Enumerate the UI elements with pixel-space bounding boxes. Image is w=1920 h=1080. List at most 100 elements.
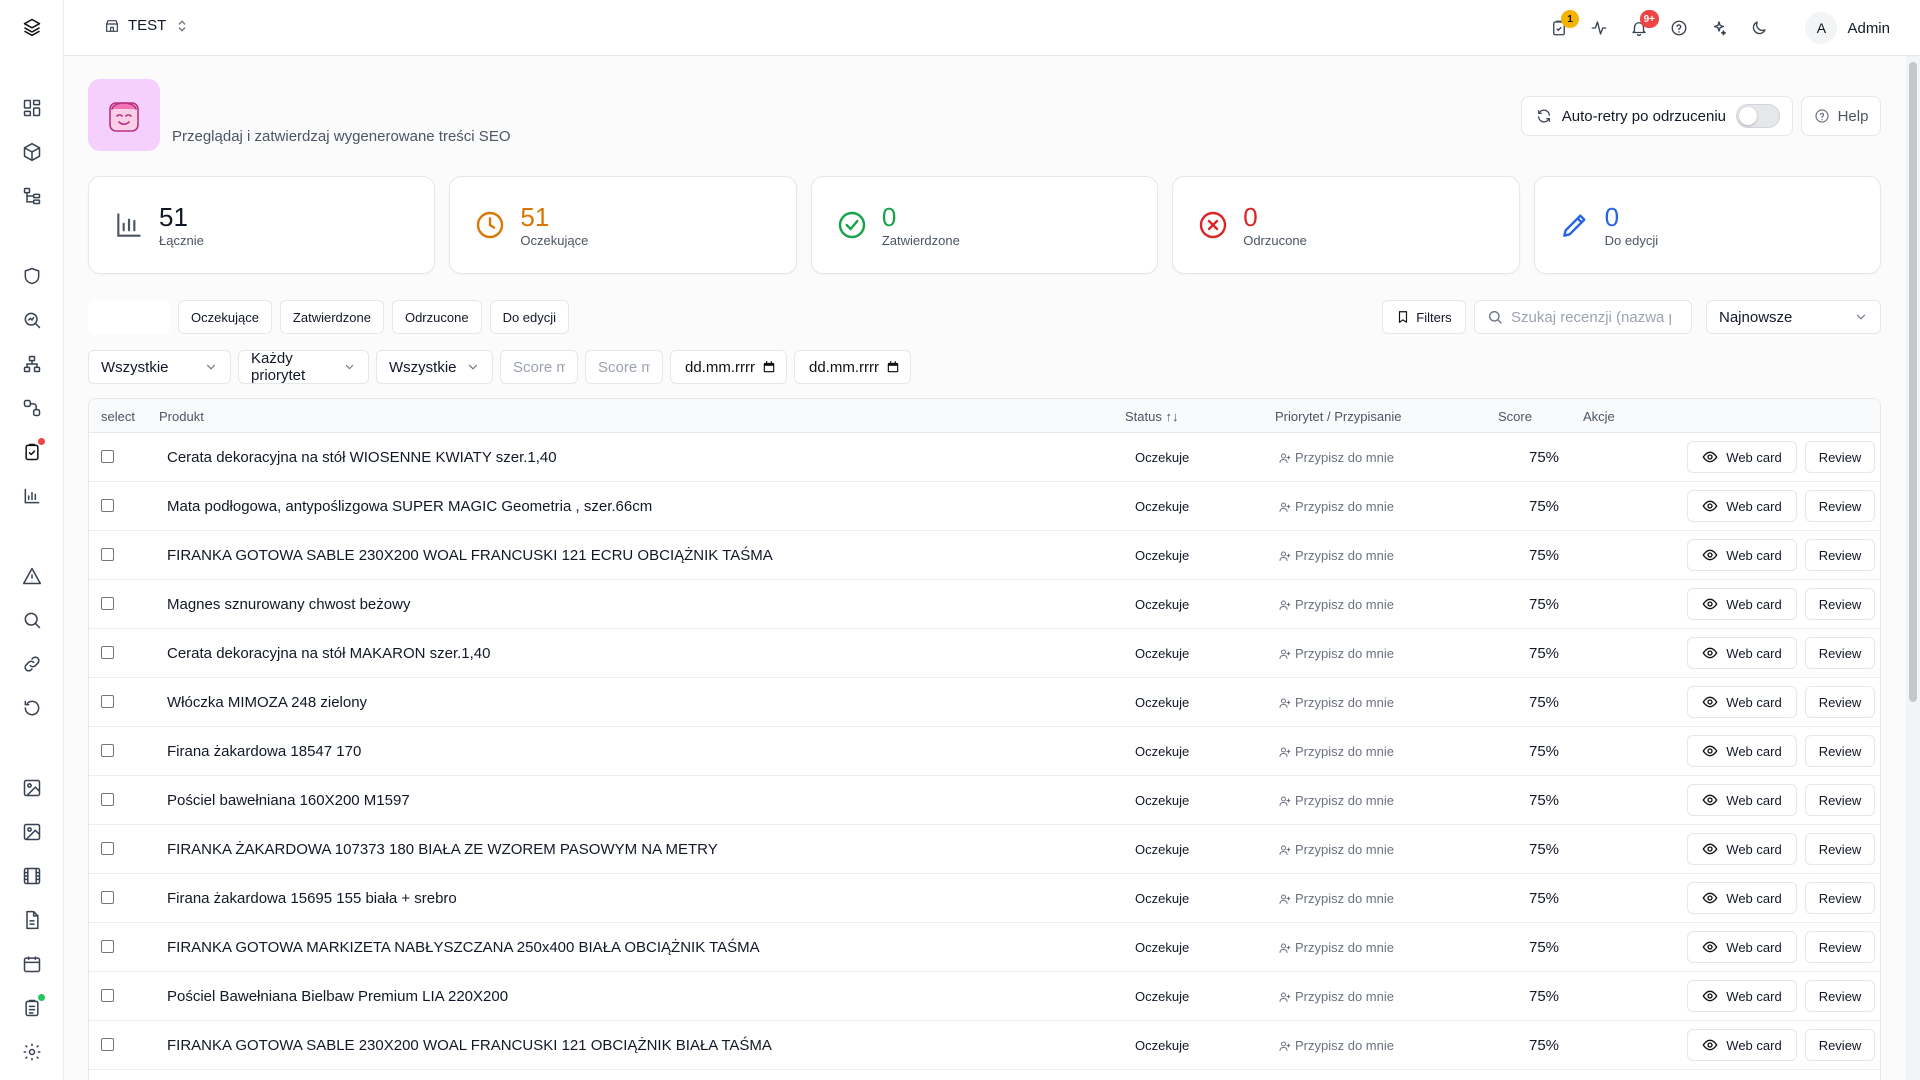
row-checkbox[interactable] [101,891,114,904]
web-card-button[interactable]: Web card [1687,588,1797,620]
page-scrollbar-thumb[interactable] [1909,62,1917,702]
assign-to-me-link[interactable]: Przypisz do mnie [1279,940,1394,955]
row-checkbox[interactable] [101,450,114,463]
calendar-icon[interactable] [20,952,44,976]
assign-to-me-link[interactable]: Przypisz do mnie [1279,989,1394,1004]
filters-button[interactable]: Filters [1382,300,1466,334]
assign-to-me-link[interactable]: Przypisz do mnie [1279,695,1394,710]
review-clipboard-icon[interactable] [20,438,45,464]
film-icon[interactable] [20,864,44,888]
assignee-filter-select[interactable]: Wszystkie [376,350,493,384]
date-from-input[interactable]: dd.mm.rrrr [670,350,787,384]
sort-select[interactable]: Najnowsze [1706,300,1881,334]
assign-to-me-link[interactable]: Przypisz do mnie [1279,842,1394,857]
document-icon[interactable] [20,908,44,932]
web-card-button[interactable]: Web card [1687,980,1797,1012]
shield-icon[interactable] [20,264,44,288]
review-button[interactable]: Review [1805,490,1875,522]
row-checkbox[interactable] [101,793,114,806]
row-checkbox[interactable] [101,1038,114,1051]
review-button[interactable]: Review [1805,833,1875,865]
review-button[interactable]: Review [1805,686,1875,718]
row-checkbox[interactable] [101,989,114,1002]
activity-button[interactable] [1587,16,1611,40]
network-icon[interactable] [20,352,44,376]
review-button[interactable]: Review [1805,735,1875,767]
user-menu[interactable]: A Admin [1805,12,1890,44]
bar-chart-icon[interactable] [20,484,44,508]
assign-to-me-link[interactable]: Przypisz do mnie [1279,548,1394,563]
web-card-button[interactable]: Web card [1687,539,1797,571]
gallery-icon[interactable] [20,820,44,844]
notifications-button[interactable]: 9+ [1627,10,1659,40]
score-max-input[interactable]: Score max [585,350,663,384]
stat-pending[interactable]: 51 Oczekujące [449,176,797,274]
date-to-input[interactable]: dd.mm.rrrr [794,350,911,384]
row-checkbox[interactable] [101,597,114,610]
tab-pending[interactable]: Oczekujące [178,300,272,334]
stat-rejected[interactable]: 0 Odrzucone [1172,176,1520,274]
row-checkbox[interactable] [101,499,114,512]
logo-layers-icon[interactable] [20,15,44,39]
search-icon[interactable] [20,608,44,632]
stat-approved[interactable]: 0 Zatwierdzone [810,176,1159,274]
settings-icon[interactable] [20,1040,44,1064]
tab-rejected[interactable]: Odrzucone [391,300,482,334]
review-button[interactable]: Review [1805,441,1875,473]
type-filter-select[interactable]: Wszystkie [88,350,231,384]
link-icon[interactable] [20,652,44,676]
stat-to-edit[interactable]: 0 Do edycji [1533,176,1882,274]
web-card-button[interactable]: Web card [1687,490,1797,522]
workflow-icon[interactable] [20,396,44,420]
web-card-button[interactable]: Web card [1687,441,1797,473]
help-button[interactable]: Help [1801,96,1881,136]
tab-all[interactable] [88,300,170,334]
assign-to-me-link[interactable]: Przypisz do mnie [1279,1038,1394,1053]
package-icon[interactable] [20,140,44,164]
row-checkbox[interactable] [101,548,114,561]
row-checkbox[interactable] [101,695,114,708]
web-card-button[interactable]: Web card [1687,931,1797,963]
tree-icon[interactable] [20,184,44,208]
checklist-icon[interactable] [20,994,45,1020]
theme-toggle-button[interactable] [1747,16,1771,40]
alert-icon[interactable] [20,564,44,588]
tasks-button[interactable]: 1 [1547,10,1579,40]
assign-to-me-link[interactable]: Przypisz do mnie [1279,744,1394,759]
assign-to-me-link[interactable]: Przypisz do mnie [1279,499,1394,514]
score-min-input[interactable]: Score min [500,350,578,384]
web-card-button[interactable]: Web card [1687,735,1797,767]
review-button[interactable]: Review [1805,588,1875,620]
assign-to-me-link[interactable]: Przypisz do mnie [1279,597,1394,612]
stat-total[interactable]: 51 Łącznie [88,176,436,274]
review-button[interactable]: Review [1805,931,1875,963]
review-button[interactable]: Review [1805,637,1875,669]
web-card-button[interactable]: Web card [1687,784,1797,816]
image-icon[interactable] [20,776,44,800]
web-card-button[interactable]: Web card [1687,637,1797,669]
history-icon[interactable] [20,696,44,720]
review-button[interactable]: Review [1805,539,1875,571]
web-card-button[interactable]: Web card [1687,686,1797,718]
assign-to-me-link[interactable]: Przypisz do mnie [1279,450,1394,465]
dashboard-icon[interactable] [20,96,44,120]
assign-to-me-link[interactable]: Przypisz do mnie [1279,646,1394,661]
header-status[interactable]: Status ↑↓ [1125,409,1178,424]
row-checkbox[interactable] [101,646,114,659]
web-card-button[interactable]: Web card [1687,1029,1797,1061]
assign-to-me-link[interactable]: Przypisz do mnie [1279,891,1394,906]
auto-retry-control[interactable]: Auto-retry po odrzuceniu [1520,96,1793,136]
assign-to-me-link[interactable]: Przypisz do mnie [1279,793,1394,808]
row-checkbox[interactable] [101,842,114,855]
tab-to-edit[interactable]: Do edycji [489,300,570,334]
priority-filter-select[interactable]: Każdy priorytet [238,350,369,384]
row-checkbox[interactable] [101,940,114,953]
review-button[interactable]: Review [1805,784,1875,816]
workspace-switcher[interactable]: TEST [104,17,190,34]
review-button[interactable]: Review [1805,1029,1875,1061]
review-button[interactable]: Review [1805,980,1875,1012]
ai-sparkle-button[interactable] [1707,16,1731,40]
search-analytics-icon[interactable] [20,308,44,332]
web-card-button[interactable]: Web card [1687,833,1797,865]
web-card-button[interactable]: Web card [1687,882,1797,914]
